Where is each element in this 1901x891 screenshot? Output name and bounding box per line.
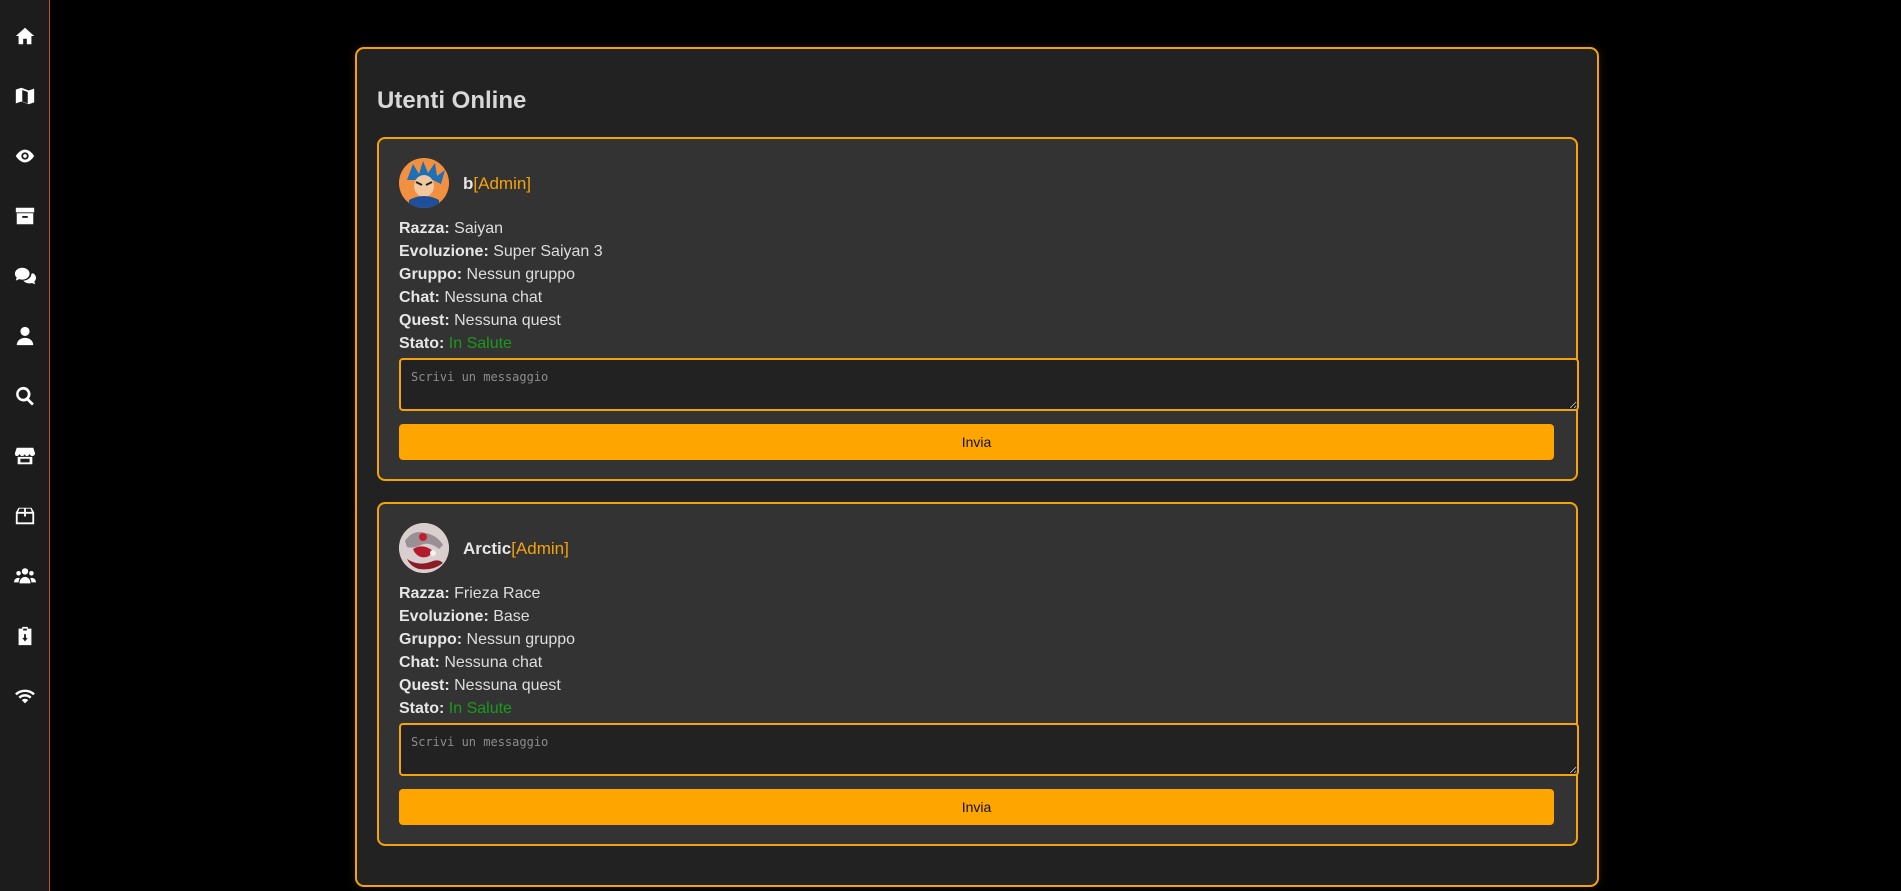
- info-quest: Quest: Nessuna quest: [399, 309, 603, 332]
- evoluzione-label: Evoluzione:: [399, 608, 489, 625]
- user-info: Razza: Frieza Race Evoluzione: Base Grup…: [399, 582, 575, 720]
- info-chat: Chat: Nessuna chat: [399, 286, 603, 309]
- chat-value: Nessuna chat: [444, 289, 543, 306]
- users-icon[interactable]: [12, 563, 38, 589]
- stato-label: Stato:: [399, 335, 445, 352]
- evoluzione-label: Evoluzione:: [399, 243, 489, 260]
- info-quest: Quest: Nessuna quest: [399, 674, 575, 697]
- info-gruppo: Gruppo: Nessun gruppo: [399, 628, 575, 651]
- username[interactable]: Arctic[Admin]: [463, 539, 569, 559]
- quest-label: Quest:: [399, 312, 450, 329]
- wifi-icon[interactable]: [12, 683, 38, 709]
- evoluzione-value: Super Saiyan 3: [493, 243, 603, 260]
- page-title: Utenti Online: [377, 87, 527, 114]
- info-gruppo: Gruppo: Nessun gruppo: [399, 263, 603, 286]
- home-icon[interactable]: [12, 23, 38, 49]
- sidebar: [0, 0, 50, 891]
- gruppo-value: Nessun gruppo: [466, 266, 576, 283]
- evoluzione-value: Base: [493, 608, 530, 625]
- store-icon[interactable]: [12, 443, 38, 469]
- eye-icon[interactable]: [12, 143, 38, 169]
- chat-label: Chat:: [399, 654, 440, 671]
- user-name: Arctic: [463, 539, 512, 558]
- razza-value: Saiyan: [454, 220, 504, 237]
- status-value: In Salute: [448, 700, 512, 717]
- chat-label: Chat:: [399, 289, 440, 306]
- gruppo-label: Gruppo:: [399, 631, 463, 648]
- user-card: b[Admin] Razza: Saiyan Evoluzione: Super…: [377, 137, 1579, 481]
- chat-icon[interactable]: [12, 263, 38, 289]
- user-icon[interactable]: [12, 323, 38, 349]
- info-evoluzione: Evoluzione: Base: [399, 605, 575, 628]
- stato-label: Stato:: [399, 700, 445, 717]
- chat-value: Nessuna chat: [444, 654, 543, 671]
- clipboard-icon[interactable]: [12, 623, 38, 649]
- box-icon[interactable]: [12, 503, 38, 529]
- gruppo-value: Nessun gruppo: [466, 631, 576, 648]
- message-input[interactable]: [399, 723, 1579, 776]
- info-chat: Chat: Nessuna chat: [399, 651, 575, 674]
- avatar[interactable]: [399, 523, 449, 573]
- user-info: Razza: Saiyan Evoluzione: Super Saiyan 3…: [399, 217, 603, 355]
- message-input[interactable]: [399, 358, 1579, 411]
- quest-value: Nessuna quest: [454, 312, 561, 329]
- search-icon[interactable]: [12, 383, 38, 409]
- razza-label: Razza:: [399, 585, 450, 602]
- online-users-panel: Utenti Online b[Admin] Razza: Saiyan Evo…: [355, 47, 1599, 887]
- razza-label: Razza:: [399, 220, 450, 237]
- archive-icon[interactable]: [12, 203, 38, 229]
- avatar[interactable]: [399, 158, 449, 208]
- role-badge: [Admin]: [511, 539, 569, 558]
- status-value: In Salute: [448, 335, 512, 352]
- gruppo-label: Gruppo:: [399, 266, 463, 283]
- quest-label: Quest:: [399, 677, 450, 694]
- info-evoluzione: Evoluzione: Super Saiyan 3: [399, 240, 603, 263]
- razza-value: Frieza Race: [454, 585, 541, 602]
- send-button[interactable]: Invia: [399, 789, 1554, 825]
- info-stato: Stato: In Salute: [399, 332, 603, 355]
- username[interactable]: b[Admin]: [463, 174, 531, 194]
- info-razza: Razza: Saiyan: [399, 217, 603, 240]
- map-icon[interactable]: [12, 83, 38, 109]
- info-razza: Razza: Frieza Race: [399, 582, 575, 605]
- info-stato: Stato: In Salute: [399, 697, 575, 720]
- user-name: b: [463, 174, 474, 193]
- user-card: Arctic[Admin] Razza: Frieza Race Evoluzi…: [377, 502, 1579, 846]
- quest-value: Nessuna quest: [454, 677, 561, 694]
- send-button[interactable]: Invia: [399, 424, 1554, 460]
- role-badge: [Admin]: [473, 174, 532, 193]
